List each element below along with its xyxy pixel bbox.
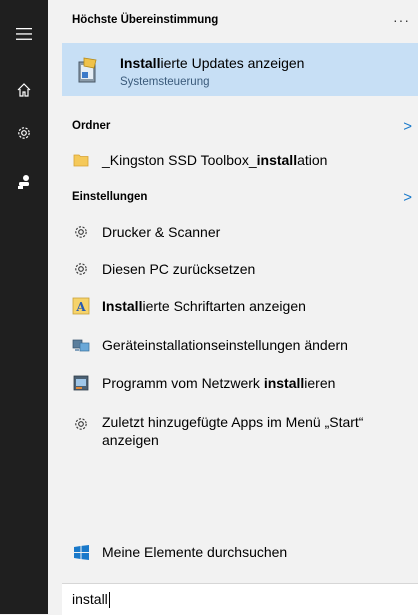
settings-header[interactable]: Einstellungen >: [72, 186, 418, 208]
settings-item-network-program[interactable]: Programm vom Netzwerk installieren: [62, 368, 418, 398]
font-icon: A: [72, 297, 90, 315]
search-my-stuff-button[interactable]: Meine Elemente durchsuchen: [62, 535, 418, 569]
folders-header[interactable]: Ordner >: [72, 115, 418, 137]
settings-item-recent-apps[interactable]: Zuletzt hinzugefügte Apps im Menü „Start…: [62, 413, 418, 457]
more-options-icon[interactable]: ···: [393, 12, 410, 28]
gear-icon: [72, 415, 90, 433]
settings-gear-icon[interactable]: [0, 111, 48, 155]
device-install-icon: [72, 336, 90, 354]
search-input-value: install: [72, 590, 110, 609]
best-match-label: Höchste Übereinstimmung: [72, 14, 219, 26]
best-match-item[interactable]: Installierte Updates anzeigen Systemsteu…: [62, 43, 418, 96]
settings-item-label: Diesen PC zurücksetzen: [102, 261, 256, 277]
left-rail: [0, 0, 48, 614]
settings-chevron-icon[interactable]: >: [403, 189, 412, 206]
settings-item-label: Geräteinstallationseinstellungen ändern: [102, 337, 348, 353]
settings-item-device-install[interactable]: Geräteinstallationseinstellungen ändern: [62, 330, 418, 360]
folder-icon: [72, 151, 90, 169]
folder-item-label: _Kingston SSD Toolbox_installation: [102, 152, 328, 168]
windows-logo-icon: [72, 544, 90, 560]
gear-icon: [72, 260, 90, 278]
settings-item-label: Zuletzt hinzugefügte Apps im Menü „Start…: [102, 414, 364, 448]
text-caret: [108, 592, 110, 609]
best-match-header: Höchste Übereinstimmung ···: [72, 9, 418, 31]
network-program-icon: [72, 374, 90, 392]
user-icon[interactable]: [0, 160, 48, 204]
settings-item-label: Installierte Schriftarten anzeigen: [102, 298, 306, 314]
best-match-subtitle: Systemsteuerung: [120, 76, 210, 88]
settings-item-fonts[interactable]: A Installierte Schriftarten anzeigen: [62, 291, 418, 321]
settings-item-drucker-scanner[interactable]: Drucker & Scanner: [62, 217, 418, 247]
svg-text:A: A: [75, 300, 86, 314]
home-icon[interactable]: [0, 68, 48, 112]
folder-item-kingston[interactable]: _Kingston SSD Toolbox_installation: [62, 145, 418, 175]
settings-item-pc-reset[interactable]: Diesen PC zurücksetzen: [62, 254, 418, 284]
best-match-title: Installierte Updates anzeigen: [120, 55, 305, 71]
gear-icon: [72, 223, 90, 241]
search-input[interactable]: install: [62, 583, 418, 615]
settings-label: Einstellungen: [72, 191, 148, 203]
settings-item-label: Drucker & Scanner: [102, 224, 221, 240]
settings-item-label: Programm vom Netzwerk installieren: [102, 375, 336, 391]
folders-chevron-icon[interactable]: >: [403, 118, 412, 135]
search-my-stuff-label: Meine Elemente durchsuchen: [102, 544, 288, 560]
search-results-panel: Höchste Übereinstimmung ··· Installierte…: [62, 0, 418, 614]
installed-updates-icon: [76, 56, 100, 84]
hamburger-icon[interactable]: [0, 12, 48, 56]
folders-label: Ordner: [72, 120, 111, 132]
